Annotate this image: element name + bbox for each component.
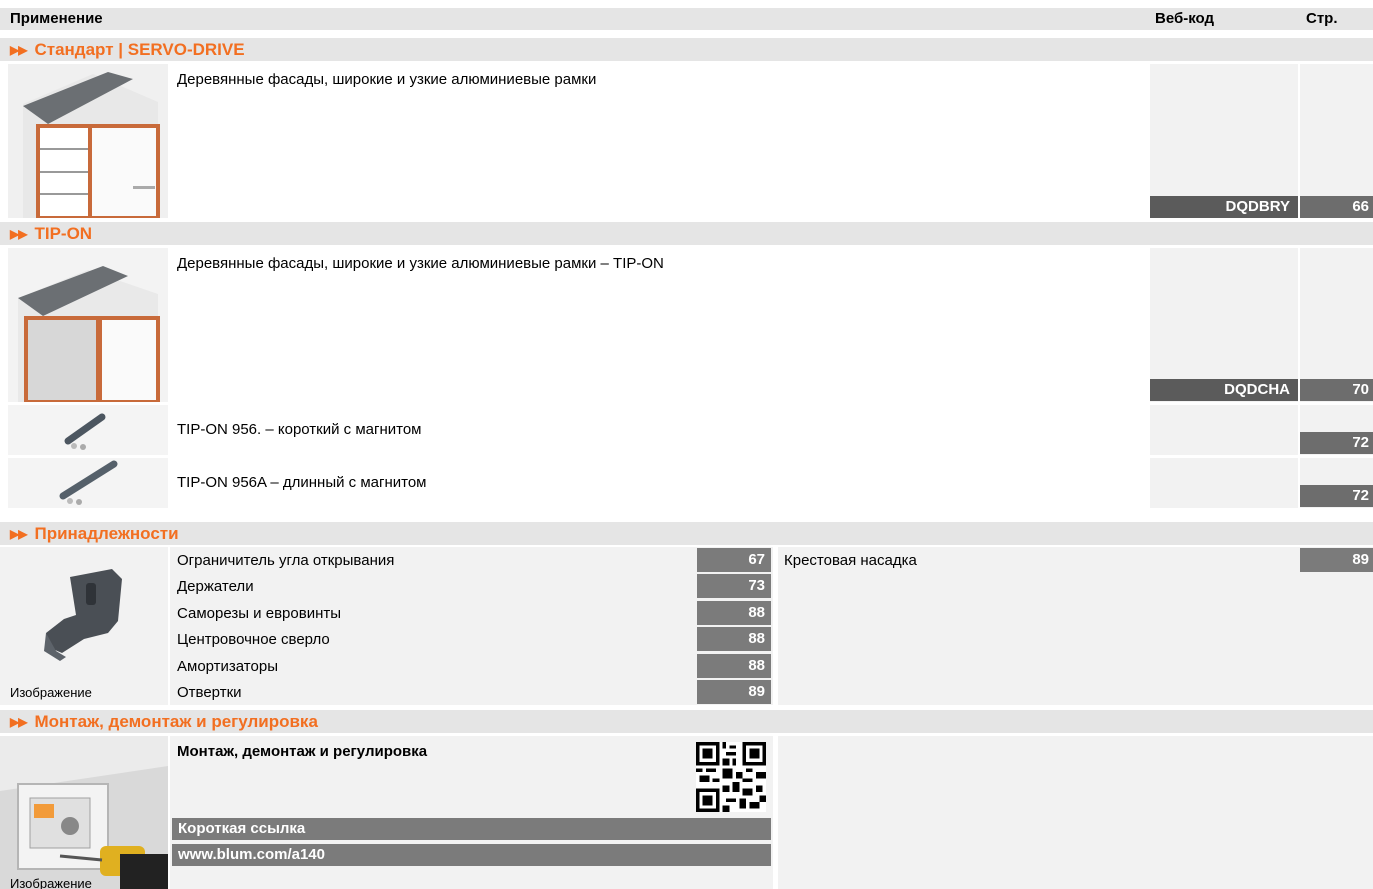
accessory-item-page[interactable]: 89 <box>697 680 771 704</box>
arrow-right-double-icon: ▶▶ <box>10 527 27 541</box>
cabinet-tipon-image <box>8 248 168 402</box>
webcode-cell <box>1150 405 1298 455</box>
webcode-value[interactable]: DQDCHA <box>1150 379 1298 401</box>
short-link-url[interactable]: www.blum.com/a140 <box>172 844 771 866</box>
row-description: Деревянные фасады, широкие и узкие алюми… <box>177 71 597 88</box>
accessory-item-label: Амортизаторы <box>177 658 278 675</box>
angle-restrictor-image <box>44 569 122 661</box>
row-description: TIP-ON 956. – короткий с магнитом <box>177 421 422 438</box>
accessory-item-page[interactable]: 67 <box>697 548 771 572</box>
accessories-image: Изображение <box>0 547 168 705</box>
section-tipon-image <box>8 248 168 402</box>
webcode-cell <box>1150 458 1298 508</box>
header-page: Стр. <box>1306 10 1338 27</box>
accessory-item-page[interactable]: 73 <box>697 574 771 598</box>
tipon-956-image <box>8 405 168 455</box>
header-webcode: Веб-код <box>1155 10 1215 27</box>
arrow-right-double-icon: ▶▶ <box>10 715 27 729</box>
assembly-heading: Монтаж, демонтаж и регулировка <box>177 743 428 760</box>
page-value[interactable]: 70 <box>1300 379 1373 401</box>
image-label: Изображение <box>10 876 92 889</box>
section-accessories-title: ▶▶ Принадлежности <box>0 522 1373 545</box>
qr-code-icon[interactable] <box>696 742 766 812</box>
accessory-right-item-page[interactable]: 89 <box>1300 548 1373 572</box>
accessory-item-label: Саморезы и евровинты <box>177 605 342 622</box>
table-header: Применение Веб-код Стр. <box>0 8 1373 30</box>
accessory-right-item-label: Крестовая насадка <box>784 552 917 569</box>
row-description: TIP-ON 956A – длинный с магнитом <box>177 474 427 491</box>
section-tipon-title: ▶▶ TIP-ON <box>0 222 1373 245</box>
push-latch-long-icon <box>59 460 118 505</box>
page-value[interactable]: 66 <box>1300 196 1373 218</box>
accessory-item-label: Ограничитель угла открывания <box>177 552 395 569</box>
tipon-956a-image <box>8 458 168 508</box>
row-description: Деревянные фасады, широкие и узкие алюми… <box>177 255 664 272</box>
webcode-value[interactable]: DQDBRY <box>1150 196 1298 218</box>
section-standard-image <box>8 64 168 218</box>
installation-photo <box>0 736 168 889</box>
push-latch-icon <box>64 413 106 450</box>
assembly-right-panel <box>778 736 1373 889</box>
page-value[interactable]: 72 <box>1300 485 1373 507</box>
accessory-item-label: Держатели <box>177 578 254 595</box>
accessory-item-label: Отвертки <box>177 684 242 701</box>
section-assembly-title: ▶▶ Монтаж, демонтаж и регулировка <box>0 710 1373 733</box>
cabinet-image <box>8 64 168 218</box>
webcode-cell <box>1150 64 1298 218</box>
image-label: Изображение <box>10 685 92 700</box>
arrow-right-double-icon: ▶▶ <box>10 227 27 241</box>
short-link-label: Короткая ссылка <box>172 818 771 840</box>
accessory-item-label: Центровочное сверло <box>177 631 330 648</box>
assembly-image: Изображение <box>0 736 168 889</box>
arrow-right-double-icon: ▶▶ <box>10 43 27 57</box>
page-cell <box>1300 64 1373 218</box>
header-application: Применение <box>10 10 103 27</box>
accessory-item-page[interactable]: 88 <box>697 627 771 651</box>
section-standard-title: ▶▶ Стандарт | SERVO-DRIVE <box>0 38 1373 61</box>
accessory-item-page[interactable]: 88 <box>697 654 771 678</box>
accessory-item-page[interactable]: 88 <box>697 601 771 625</box>
page-value[interactable]: 72 <box>1300 432 1373 454</box>
